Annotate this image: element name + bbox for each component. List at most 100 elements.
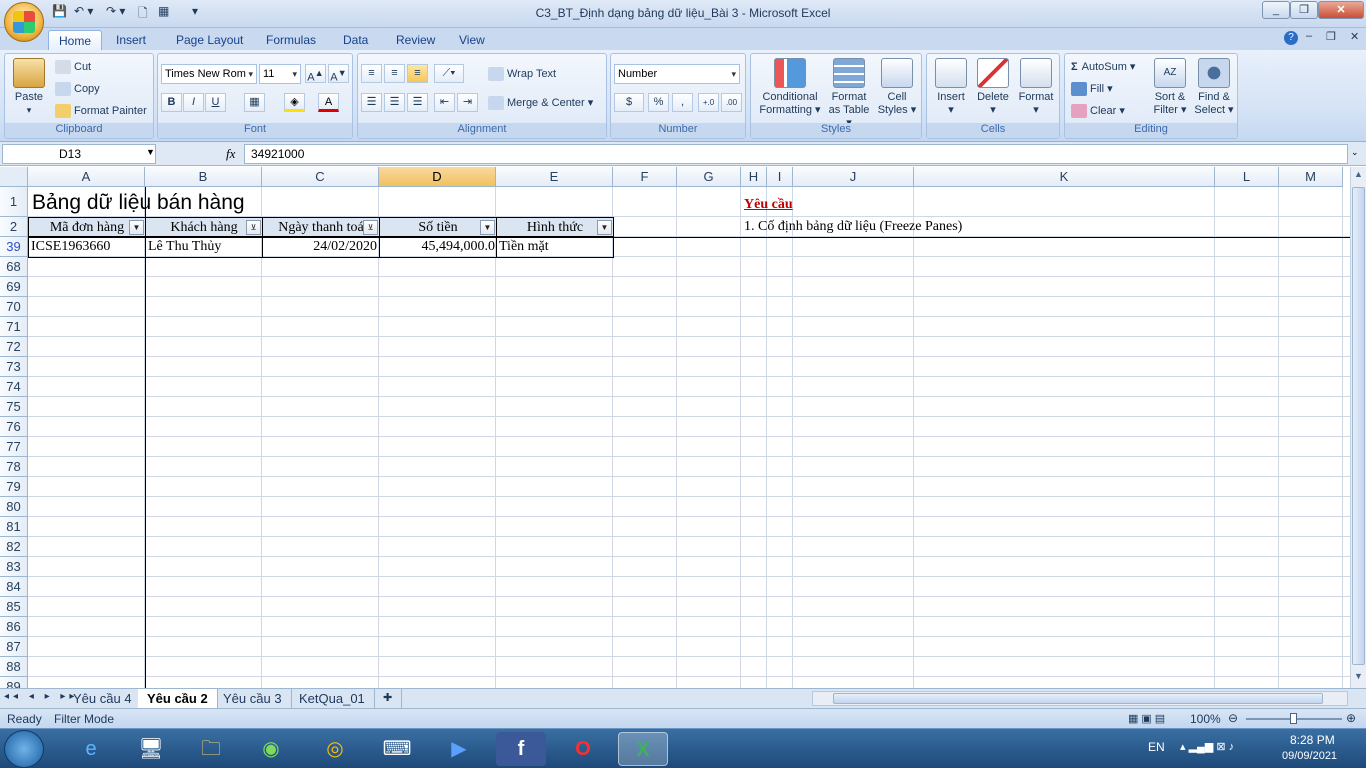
align-left-button[interactable]: ☰ [361,93,382,112]
row-header-77[interactable]: 77 [0,437,28,457]
number-format-select[interactable]: Number [614,64,740,84]
conditional-formatting-button[interactable]: Conditional Formatting ▾ [755,58,825,117]
fill-color-button[interactable]: ◈ [284,93,305,112]
format-painter-button[interactable]: Format Painter [55,104,147,118]
font-size-select[interactable]: 11 [259,64,301,84]
increase-indent-button[interactable]: ⇥ [457,93,478,112]
bold-button[interactable]: B [161,93,182,112]
filter-dropdown-icon[interactable]: ▼ [597,220,612,235]
cell-a39[interactable]: ICSE1963660 [31,237,144,257]
clock-date[interactable]: 09/09/2021 [1282,750,1337,762]
column-header-g[interactable]: G [677,167,741,187]
view-mode-icons[interactable]: ▦▣▤ [1128,712,1182,725]
orientation-button[interactable]: ⟋▾ [434,64,464,83]
filter-active-icon[interactable]: ⊻ [363,220,378,235]
help-icon[interactable]: ? [1284,31,1298,45]
worksheet-grid[interactable]: ABCDEFGHIJKLM 1 2 39 68 69 70 71 72 73 74 75 76 77 78… [0,167,1350,688]
row-header-84[interactable]: 84 [0,577,28,597]
hscroll-thumb[interactable] [833,693,1323,704]
row-header-39[interactable]: 39 [0,237,28,257]
name-box[interactable]: D13 [2,144,156,164]
align-middle-button[interactable]: ≡ [384,64,405,83]
row-header-71[interactable]: 71 [0,317,28,337]
row-header-2[interactable]: 2 [0,217,28,237]
save-icon[interactable]: 💾 [52,4,67,22]
network-icon[interactable]: 🖥 [126,732,176,766]
font-name-select[interactable]: Times New Rom [161,64,257,84]
insert-function-icon[interactable]: fx [226,146,235,162]
column-header-c[interactable]: C [262,167,379,187]
redo-icon[interactable]: ↷ ▾ [106,4,125,22]
zoom-slider-thumb[interactable] [1290,713,1297,724]
decrease-decimal-button[interactable]: .00 [721,93,742,112]
row-header-70[interactable]: 70 [0,297,28,317]
cell-d39[interactable]: 45,494,000.0 [381,237,496,257]
borders-button[interactable]: ▦ [244,93,265,112]
percent-button[interactable]: % [648,93,669,112]
requirement-item-1[interactable]: 1. Cố định bảng dữ liệu (Freeze Panes) [744,217,962,237]
decrease-indent-button[interactable]: ⇤ [434,93,455,112]
row-header-88[interactable]: 88 [0,657,28,677]
wrap-text-button[interactable]: Wrap Text [488,67,556,81]
column-header-l[interactable]: L [1215,167,1279,187]
vertical-scrollbar[interactable]: ▲ ▼ [1350,167,1366,688]
row-header-1[interactable]: 1 [0,187,28,217]
cell-e39[interactable]: Tiền mặt [499,237,612,257]
scroll-down-icon[interactable]: ▼ [1352,671,1365,685]
align-bottom-button[interactable]: ≡ [407,64,428,83]
name-box-dropdown-icon[interactable]: ▼ [146,147,155,157]
expand-formula-icon[interactable]: ⌄ [1351,147,1359,158]
tab-page-layout[interactable]: Page Layout [166,30,253,50]
format-as-table-button[interactable]: Formatas Table ▾ [825,58,873,130]
cell-c39[interactable]: 24/02/2020 [264,237,377,257]
row-header-79[interactable]: 79 [0,477,28,497]
sort-filter-button[interactable]: AZ Sort & Filter ▾ [1149,58,1191,117]
tab-review[interactable]: Review [386,30,445,50]
paste-button[interactable]: Paste ▾ [9,58,49,117]
zoom-level[interactable]: 100% [1190,712,1221,726]
chrome-icon[interactable]: ◎ [310,732,360,766]
filter-dropdown-icon[interactable]: ▼ [129,220,144,235]
tab-view[interactable]: View [449,30,495,50]
undo-icon[interactable]: ↶ ▾ [74,4,93,22]
row-header-72[interactable]: 72 [0,337,28,357]
find-select-button[interactable]: Find & Select ▾ [1193,58,1235,117]
row-header-73[interactable]: 73 [0,357,28,377]
sheet-tab-yeu-cau-3[interactable]: Yêu cầu 3 [214,689,292,708]
excel-taskbar-icon[interactable]: X [618,732,668,766]
print-preview-icon[interactable]: 🗋 [138,4,148,22]
filter-active-icon[interactable]: ⊻ [246,220,261,235]
sheet-title-cell[interactable]: Bảng dữ liệu bán hàng [32,189,245,217]
column-header-f[interactable]: F [613,167,677,187]
tray-icons[interactable]: ▴ ▂▄▆ ⊠ ♪ [1180,740,1234,753]
ribbon-restore-icon[interactable]: ❐ [1326,30,1336,43]
increase-decimal-button[interactable]: +.0 [698,93,719,112]
row-header-68[interactable]: 68 [0,257,28,277]
align-top-button[interactable]: ≡ [361,64,382,83]
cell-b39[interactable]: Lê Thu Thủy [148,237,261,257]
currency-button[interactable]: $ [614,93,644,112]
align-center-button[interactable]: ☰ [384,93,405,112]
italic-button[interactable]: I [183,93,204,112]
select-all-corner[interactable] [0,167,28,187]
clear-button[interactable]: Clear ▾ [1071,104,1125,119]
row-header-82[interactable]: 82 [0,537,28,557]
copy-button[interactable]: Copy [55,82,100,96]
requirement-title[interactable]: Yêu cầu [744,195,793,215]
column-header-d[interactable]: D [379,167,496,187]
column-header-j[interactable]: J [793,167,914,187]
comma-button[interactable]: , [672,93,693,112]
tab-formulas[interactable]: Formulas [256,30,326,50]
column-header-a[interactable]: A [28,167,145,187]
column-header-h[interactable]: H [741,167,767,187]
form-icon[interactable]: ▦ [158,4,169,22]
row-header-69[interactable]: 69 [0,277,28,297]
row-header-78[interactable]: 78 [0,457,28,477]
sheet-tab-yeu-cau-2[interactable]: Yêu cầu 2 [138,689,218,708]
fill-button[interactable]: Fill ▾ [1071,82,1113,97]
start-button[interactable] [4,730,44,768]
internet-explorer-icon[interactable]: e [66,732,116,766]
zoom-app-icon[interactable]: ▶ [434,732,484,766]
insert-cells-button[interactable]: Insert ▾ [931,58,971,117]
sheet-tab-ketqua-01[interactable]: KetQua_01 [290,689,375,708]
